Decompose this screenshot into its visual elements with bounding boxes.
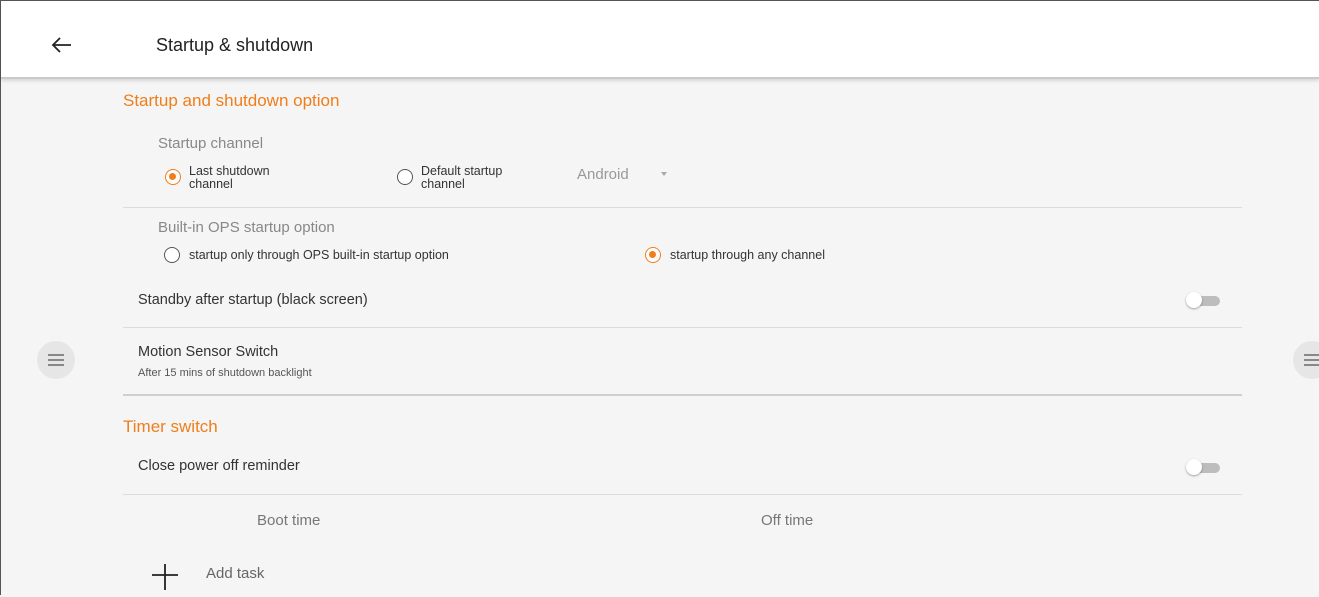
power-off-reminder-toggle[interactable] xyxy=(1186,458,1222,476)
column-off-time: Off time xyxy=(761,512,814,529)
divider xyxy=(123,327,1242,328)
menu-icon xyxy=(48,354,64,356)
radio-ops-only[interactable] xyxy=(164,247,180,263)
add-task-button[interactable] xyxy=(150,562,180,592)
divider xyxy=(123,207,1242,208)
radio-label-line1: Default startup xyxy=(421,164,503,178)
plus-icon xyxy=(152,564,178,590)
page-title: Startup & shutdown xyxy=(156,35,314,55)
back-button[interactable] xyxy=(45,29,77,61)
radio-last-shutdown-channel[interactable] xyxy=(165,169,181,185)
radio-label-line2: channel xyxy=(189,177,233,191)
startup-channel-label: Startup channel xyxy=(158,135,264,152)
section-title-startup: Startup and shutdown option xyxy=(123,91,340,110)
toggle-thumb xyxy=(1186,292,1202,308)
left-drawer-handle[interactable] xyxy=(37,341,75,379)
section-divider xyxy=(123,394,1242,396)
add-task-label[interactable]: Add task xyxy=(206,565,264,582)
radio-label-last-shutdown-channel[interactable]: Last shutdown channel xyxy=(189,165,270,191)
column-boot-time: Boot time xyxy=(257,512,321,529)
standby-toggle[interactable] xyxy=(1186,291,1222,309)
ops-option-label: Built-in OPS startup option xyxy=(158,219,335,236)
motion-sensor-sublabel: After 15 mins of shutdown backlight xyxy=(138,367,312,379)
radio-label-line2: channel xyxy=(421,177,465,191)
section-title-timer: Timer switch xyxy=(123,417,218,436)
divider xyxy=(123,494,1242,495)
motion-sensor-label[interactable]: Motion Sensor Switch xyxy=(138,344,278,360)
menu-icon xyxy=(1304,354,1319,356)
radio-default-startup-channel[interactable] xyxy=(397,169,413,185)
app-header: Startup & shutdown xyxy=(1,1,1319,79)
radio-any-channel[interactable] xyxy=(645,247,661,263)
toggle-thumb xyxy=(1186,459,1202,475)
power-off-reminder-label: Close power off reminder xyxy=(138,458,300,474)
radio-label-ops-only[interactable]: startup only through OPS built-in startu… xyxy=(189,249,449,262)
radio-label-default-startup-channel[interactable]: Default startup channel xyxy=(421,165,502,191)
startup-channel-dropdown[interactable]: Android xyxy=(577,166,629,183)
radio-label-any-channel[interactable]: startup through any channel xyxy=(670,249,825,262)
chevron-down-icon xyxy=(661,172,667,176)
arrow-left-icon xyxy=(51,37,71,53)
standby-after-startup-label: Standby after startup (black screen) xyxy=(138,292,368,308)
radio-label-line1: Last shutdown xyxy=(189,164,270,178)
